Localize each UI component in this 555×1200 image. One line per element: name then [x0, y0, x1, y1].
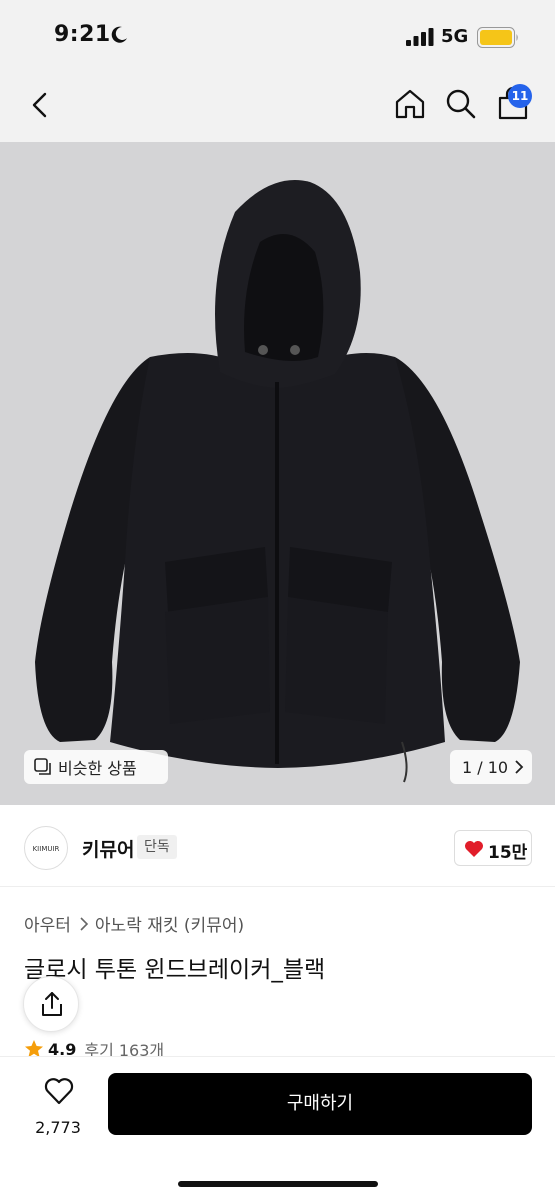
- product-image[interactable]: 비슷한 상품 1 / 10: [0, 142, 555, 805]
- moon-icon: [111, 26, 127, 43]
- breadcrumb-item[interactable]: 아노락 재킷 (키뮤어): [95, 911, 244, 936]
- cart-badge: 11: [508, 84, 532, 108]
- brand-name[interactable]: 키뮤어: [82, 835, 134, 862]
- brand-row: KIIMUIR 키뮤어 단독 15만: [0, 805, 555, 887]
- chevron-right-icon: [80, 916, 89, 931]
- heart-filled-icon: [465, 841, 483, 857]
- brand-like-count: 15만: [488, 843, 528, 863]
- breadcrumb: 아우터 아노락 재킷 (키뮤어): [24, 911, 244, 936]
- breadcrumb-item[interactable]: 아우터: [24, 911, 71, 936]
- share-button[interactable]: [23, 976, 79, 1032]
- battery-icon: [477, 27, 518, 48]
- wishlist-count: 2,773: [35, 1118, 81, 1137]
- product-title: 글로시 투톤 윈드브레이커_블랙: [24, 957, 326, 983]
- jacket-image: [35, 180, 520, 783]
- exclusive-tag: 단독: [137, 835, 177, 859]
- wishlist-button[interactable]: 2,773: [26, 1073, 90, 1143]
- share-icon: [42, 992, 62, 1016]
- brand-logo[interactable]: KIIMUIR: [24, 826, 68, 870]
- search-icon[interactable]: [444, 87, 478, 121]
- home-indicator: [178, 1181, 378, 1187]
- nav-bar: 11: [0, 70, 555, 142]
- page-indicator-label: 1 / 10: [462, 757, 509, 777]
- network-label: 5G: [441, 26, 469, 47]
- home-icon[interactable]: [393, 87, 427, 121]
- bottom-action-bar: 2,773 구매하기: [0, 1056, 555, 1200]
- back-icon[interactable]: [26, 90, 56, 120]
- brand-like-button[interactable]: 15만: [454, 830, 532, 866]
- signal-icon: [406, 28, 434, 46]
- heart-outline-icon: [44, 1078, 74, 1105]
- status-time: 9:21: [54, 22, 111, 47]
- copy-icon: [34, 758, 51, 775]
- status-bar: 9:21 5G: [0, 0, 555, 70]
- buy-button[interactable]: 구매하기: [108, 1073, 532, 1135]
- chevron-right-icon: [515, 760, 524, 774]
- image-page-indicator[interactable]: 1 / 10: [450, 750, 532, 784]
- similar-products-button[interactable]: 비슷한 상품: [24, 750, 168, 784]
- similar-products-label: 비슷한 상품: [58, 759, 137, 778]
